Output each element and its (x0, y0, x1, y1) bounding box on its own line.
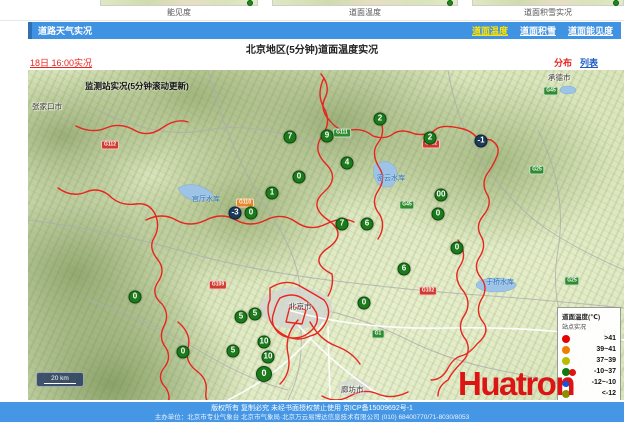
station-dot-icon (447, 0, 453, 6)
road-sign: G45 (399, 201, 414, 210)
station-marker[interactable]: 10 (258, 336, 271, 349)
road-sign: G25 (564, 277, 579, 286)
station-marker[interactable]: 9 (321, 130, 334, 143)
station-dot-icon (613, 0, 619, 6)
station-marker[interactable]: 6 (361, 218, 374, 231)
date-row: 18日 16:00实况 分布 列表 (0, 56, 624, 69)
legend-color-dot-icon (562, 346, 570, 354)
city-label: 张家口市 (32, 101, 62, 112)
legend-color-dot-icon (562, 357, 570, 365)
station-marker[interactable]: 5 (249, 308, 262, 321)
station-marker[interactable]: -3 (229, 207, 242, 220)
road-sign: G109 (209, 281, 227, 290)
map-vector-layer (28, 70, 624, 400)
legend-subtitle: 站点实况 (562, 322, 616, 331)
station-marker[interactable]: 1 (266, 187, 279, 200)
map-scale-tick (44, 382, 76, 384)
footer-organizer: 主办单位：北京市专业气象台 北京市气象局·北京万云易博达信息技术有限公司 (01… (0, 414, 624, 422)
view-distribution-link[interactable]: 分布 (554, 56, 572, 69)
thumbnail-caption: 能见度 (100, 8, 258, 17)
road-sign: G112 (101, 141, 119, 150)
station-marker[interactable]: 0 (177, 346, 190, 359)
map[interactable]: 监测站实况(5分钟滚动更新) 张家口市 承德市北京市廊坊市 官厅水库 密云水库于桥水库… (28, 70, 624, 400)
station-marker[interactable]: 0 (432, 208, 445, 221)
map-scale-bar: 20 km (36, 372, 84, 387)
legend-range-label: 37~39 (596, 357, 616, 364)
station-marker[interactable]: 2 (424, 132, 437, 145)
legend-range-label: <-12 (602, 390, 616, 397)
road-sign: G1 (372, 330, 385, 339)
legend-range-label: -12~-10 (592, 379, 616, 386)
city-label: 北京市 (289, 301, 312, 312)
legend-row: >41 (562, 333, 616, 344)
page-title: 北京地区(5分钟)道面温度实况 (0, 41, 624, 56)
section-header: 道路天气实况 道面温度道面积雪道面能见度 (28, 22, 621, 39)
map-overlay-title: 监测站实况(5分钟滚动更新) (85, 80, 189, 92)
map-scale-label: 20 km (51, 375, 69, 382)
thumbnail-strip: 能见度 道面温度 道面积雪实况 (0, 0, 624, 21)
station-marker[interactable]: -1 (475, 135, 488, 148)
station-marker[interactable]: 7 (336, 218, 349, 231)
station-marker[interactable]: 5 (235, 311, 248, 324)
legend-title: 道面温度(℃) (562, 311, 616, 321)
page: 能见度道面温度道面积雪实况 道路天气实况 道面温度道面积雪道面能见度 北京地区(… (0, 0, 624, 422)
legend-range-label: 39~41 (596, 346, 616, 353)
huatron-logo-text: Huatron (458, 365, 574, 402)
footer: 版权所有 复制必究 未经书面授权禁止使用 京ICP备15009692号-1 主办… (0, 402, 624, 422)
thumbnail-map-sliver (100, 0, 258, 6)
header-link-道面能见度[interactable]: 道面能见度 (568, 24, 613, 37)
station-marker[interactable]: 0 (293, 171, 306, 184)
station-marker[interactable]: 0 (256, 366, 272, 382)
huatron-logo: Huatron (458, 367, 574, 401)
road-sign: G102 (419, 287, 437, 296)
thumbnail-2[interactable]: 道面温度 (272, 0, 458, 17)
registered-mark-icon (569, 369, 576, 376)
view-list-link[interactable]: 列表 (580, 56, 598, 69)
thumbnail-map-sliver (472, 0, 624, 6)
city-label: 廊坊市 (341, 384, 364, 395)
station-dot-icon (247, 0, 253, 6)
road-sign: G45 (543, 87, 558, 96)
station-marker[interactable]: 10 (262, 351, 275, 364)
section-links: 道面温度道面积雪道面能见度 (472, 24, 621, 37)
station-marker[interactable]: 7 (284, 131, 297, 144)
time-link[interactable]: 18日 16:00实况 (30, 56, 92, 69)
city-label: 承德市 (548, 72, 571, 83)
lake-label: 于桥水库 (486, 277, 514, 287)
header-link-道面温度[interactable]: 道面温度 (472, 24, 508, 37)
station-marker[interactable]: 2 (374, 113, 387, 126)
thumbnail-1[interactable]: 能见度 (100, 0, 258, 17)
station-marker[interactable]: 5 (227, 345, 240, 358)
thumbnail-3[interactable]: 道面积雪实况 (472, 0, 624, 17)
legend-range-label: -10~37 (594, 368, 616, 375)
thumbnail-caption: 道面积雪实况 (472, 8, 624, 17)
station-marker[interactable]: 4 (341, 157, 354, 170)
section-title: 道路天气实况 (32, 24, 92, 37)
footer-copyright: 版权所有 复制必究 未经书面授权禁止使用 京ICP备15009692号-1 (0, 404, 624, 413)
station-marker[interactable]: 0 (129, 291, 142, 304)
legend-color-dot-icon (562, 335, 570, 343)
header-link-道面积雪[interactable]: 道面积雪 (520, 24, 556, 37)
station-marker[interactable]: 00 (435, 189, 448, 202)
station-marker[interactable]: 0 (451, 242, 464, 255)
thumbnail-caption: 道面温度 (272, 8, 458, 17)
station-marker[interactable]: 6 (398, 263, 411, 276)
road-sign: G111 (333, 129, 351, 138)
road-sign: G25 (529, 166, 544, 175)
legend-range-label: >41 (604, 335, 616, 342)
station-marker[interactable]: 0 (245, 207, 258, 220)
lake-label: 密云水库 (377, 173, 405, 183)
thumbnail-map-sliver (272, 0, 458, 6)
lake-label: 官厅水库 (192, 194, 220, 204)
legend-row: 39~41 (562, 344, 616, 355)
station-marker[interactable]: 0 (358, 297, 371, 310)
